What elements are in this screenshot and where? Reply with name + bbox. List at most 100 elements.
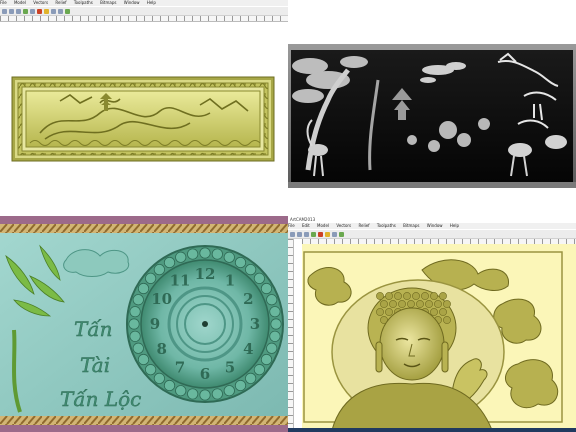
hair-curl (412, 292, 420, 300)
view-3d-icon[interactable] (332, 231, 337, 237)
clock-face: 12 12 3 45678 9 1011 (126, 245, 284, 403)
bead (199, 247, 211, 259)
menu-vectors[interactable]: Vectors (33, 0, 48, 5)
menu-relief[interactable]: Relief (358, 223, 369, 228)
hair-curl (403, 292, 411, 300)
bead (266, 294, 278, 306)
menu-file[interactable]: File (288, 223, 295, 228)
new-icon[interactable] (2, 8, 7, 14)
hair-curl (430, 308, 438, 316)
menu-edit[interactable]: Edit (302, 223, 310, 228)
bead (145, 272, 157, 284)
bead (129, 330, 141, 342)
hair-curl (389, 300, 397, 308)
main-toolbar (0, 7, 288, 16)
menu-help[interactable]: Help (450, 223, 459, 228)
menu-file[interactable]: File (0, 0, 7, 5)
zoom-icon[interactable] (311, 231, 316, 237)
measure-icon[interactable] (325, 231, 330, 237)
clock-numeral: 2 (243, 290, 253, 308)
hair-curl (439, 292, 447, 300)
hair-curl (385, 292, 393, 300)
menu-bitmaps[interactable]: Bitmaps (403, 223, 419, 228)
bead (253, 364, 265, 376)
hair-curl (416, 300, 424, 308)
menu-model[interactable]: Model (14, 0, 26, 5)
calligraphy-line-2: Tài (80, 353, 110, 377)
bead (199, 389, 211, 401)
menu-model[interactable]: Model (317, 223, 329, 228)
bead (211, 248, 223, 260)
relief-bottom-edge (288, 182, 576, 188)
hair-curl (421, 292, 429, 300)
hair-curl (443, 300, 451, 308)
cloud-ornament (63, 249, 130, 277)
carved-frame-panel (11, 76, 275, 162)
bead (153, 372, 165, 384)
clock-numeral: 4 (243, 340, 253, 358)
hair-curl (380, 300, 388, 308)
view-2d-icon[interactable] (58, 8, 63, 14)
measure-icon[interactable] (44, 8, 49, 14)
buddha-head (367, 287, 457, 381)
artcam-window-top-left: File Model Vectors Relief Toolpaths Bitm… (0, 0, 288, 216)
zoom-icon[interactable] (23, 8, 28, 14)
buddha-relief-canvas[interactable] (302, 244, 576, 430)
menu-toolpaths[interactable]: Toolpaths (377, 223, 396, 228)
clock-center-pin (202, 321, 208, 327)
menu-window[interactable]: Window (124, 0, 140, 5)
clock-numeral: 9 (150, 315, 160, 333)
menu-toolpaths[interactable]: Toolpaths (74, 0, 93, 5)
hair-curl (394, 292, 402, 300)
bead (137, 353, 150, 366)
save-icon[interactable] (16, 8, 21, 14)
main-toolbar (288, 230, 576, 239)
open-icon[interactable] (297, 231, 302, 237)
clock-numeral: 12 (195, 265, 216, 283)
menu-help[interactable]: Help (147, 0, 156, 5)
bead (269, 306, 281, 318)
rope-border-top (0, 224, 288, 233)
hair-curl (443, 316, 451, 324)
hair-curl (385, 308, 393, 316)
bead (145, 364, 157, 376)
hair-curl (430, 292, 438, 300)
bead (266, 342, 278, 354)
crane-grayscale-relief[interactable] (288, 0, 576, 216)
save-icon[interactable] (304, 231, 309, 237)
view-3d-icon[interactable] (51, 8, 56, 14)
bead (163, 379, 176, 392)
hair-curl (376, 292, 384, 300)
render-icon[interactable] (339, 231, 344, 237)
menu-vectors[interactable]: Vectors (336, 223, 351, 228)
clock-numeral: 5 (225, 358, 235, 376)
select-icon[interactable] (318, 231, 323, 237)
bead (175, 385, 187, 397)
bead (234, 256, 247, 269)
menu-relief[interactable]: Relief (55, 0, 66, 5)
menu-bitmaps[interactable]: Bitmaps (100, 0, 116, 5)
relief-canvas[interactable] (0, 21, 288, 216)
right-ear (441, 341, 449, 373)
menu-window[interactable]: Window (427, 223, 443, 228)
hair-curl (439, 308, 447, 316)
clock-numeral: 10 (151, 290, 172, 308)
hair-curl (434, 300, 442, 308)
bead (269, 330, 281, 342)
clock-panel[interactable]: Tấn Tài Tấn Lộc 12 12 3 45678 9 1011 (0, 216, 288, 432)
pan-icon[interactable] (30, 8, 35, 14)
bead (132, 342, 144, 354)
vertical-ruler (288, 239, 294, 432)
select-icon[interactable] (37, 8, 42, 14)
new-icon[interactable] (290, 231, 295, 237)
bead (211, 388, 223, 400)
open-icon[interactable] (9, 8, 14, 14)
clock-numeral: 7 (175, 358, 185, 376)
render-icon[interactable] (65, 8, 70, 14)
bead (260, 353, 273, 366)
bottom-border (0, 425, 288, 432)
bead (187, 248, 199, 260)
grayscale-relief-view (288, 0, 576, 216)
bead (175, 251, 187, 263)
hair-curl (398, 300, 406, 308)
